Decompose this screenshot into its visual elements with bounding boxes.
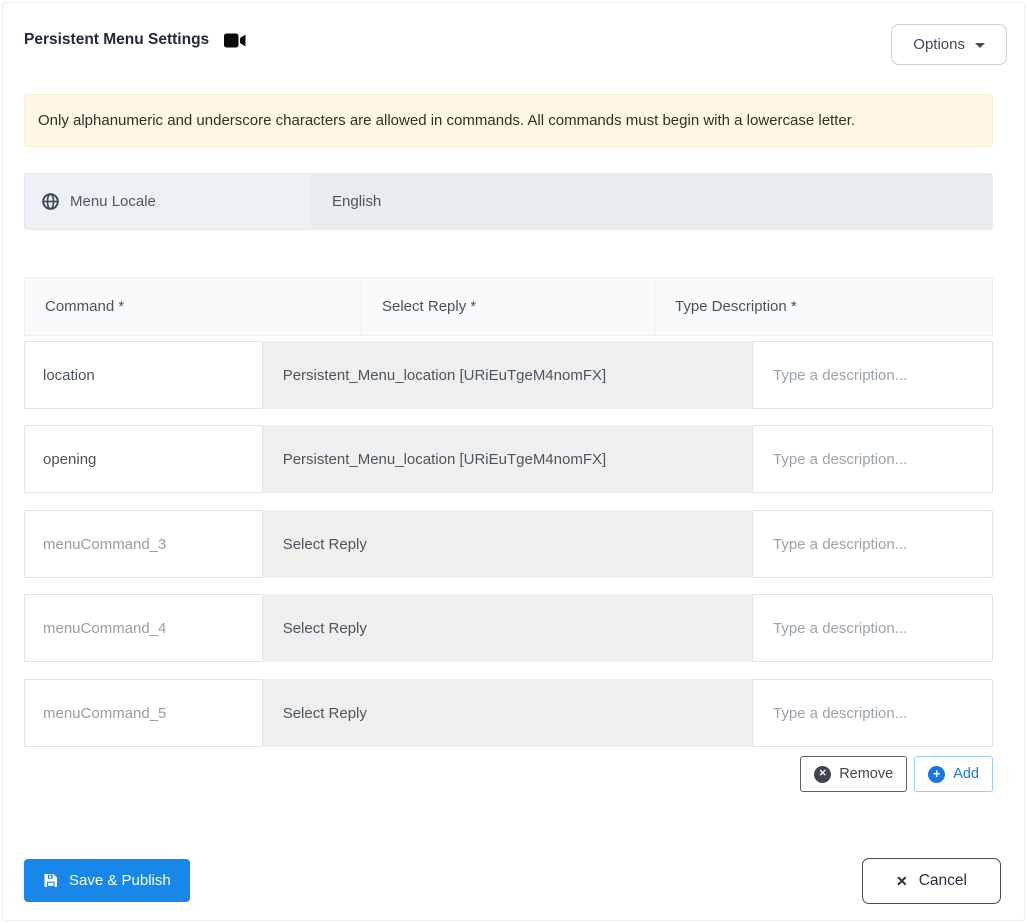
description-input[interactable]: [752, 341, 993, 409]
description-input[interactable]: [752, 425, 993, 493]
cancel-button[interactable]: ✕ Cancel: [862, 858, 1001, 904]
cancel-button-label: Cancel: [918, 872, 967, 889]
save-button-label: Save & Publish: [69, 872, 171, 889]
table-row: Select Reply: [24, 510, 993, 578]
alert-banner: Only alphanumeric and underscore charact…: [24, 94, 993, 147]
remove-button[interactable]: ✕ Remove: [800, 756, 908, 792]
save-and-publish-button[interactable]: Save & Publish: [24, 859, 190, 902]
description-input[interactable]: [752, 679, 993, 747]
alert-text: Only alphanumeric and underscore charact…: [38, 112, 856, 129]
table-row: Select Reply: [24, 679, 993, 747]
persistent-menu-settings-card: Persistent Menu Settings Options Only al…: [2, 2, 1025, 921]
circle-x-icon: ✕: [814, 765, 832, 783]
add-button-label: Add: [953, 766, 979, 782]
description-input[interactable]: [752, 510, 993, 578]
page-title-text: Persistent Menu Settings: [24, 31, 210, 48]
table-row: Select Reply: [24, 594, 993, 662]
menu-locale-value: English: [311, 173, 993, 230]
command-input[interactable]: [24, 679, 263, 747]
floppy-disk-icon: [44, 874, 57, 887]
select-reply-button[interactable]: Persistent_Menu_location [URiEuTgeM4nomF…: [262, 341, 752, 409]
column-header-command: Command *: [25, 278, 362, 335]
description-input[interactable]: [752, 594, 993, 662]
video-camera-icon: [224, 33, 246, 47]
menu-locale-label: Menu Locale: [24, 173, 311, 230]
command-input[interactable]: [24, 425, 263, 493]
page-title: Persistent Menu Settings: [24, 31, 247, 49]
column-header-select-reply: Select Reply *: [362, 278, 655, 335]
globe-icon: [42, 193, 59, 210]
select-reply-button[interactable]: Select Reply: [262, 679, 752, 747]
select-reply-button[interactable]: Persistent_Menu_location [URiEuTgeM4nomF…: [262, 425, 752, 493]
row-actions: ✕ Remove + Add: [24, 756, 993, 792]
remove-button-label: Remove: [839, 766, 894, 782]
command-input[interactable]: [24, 594, 263, 662]
select-reply-button[interactable]: Select Reply: [262, 594, 752, 662]
add-button[interactable]: + Add: [914, 756, 993, 792]
command-input[interactable]: [24, 510, 263, 578]
select-reply-button[interactable]: Select Reply: [262, 510, 752, 578]
menu-locale-group: Menu Locale English: [24, 173, 993, 230]
column-header-type-description: Type Description *: [675, 298, 797, 315]
table-row: Persistent_Menu_location [URiEuTgeM4nomF…: [24, 425, 993, 493]
options-button[interactable]: Options: [891, 24, 1007, 65]
menu-locale-label-text: Menu Locale: [70, 193, 156, 210]
circle-plus-icon: +: [928, 765, 946, 783]
table-header: Command * Select Reply * Type Descriptio…: [24, 277, 993, 336]
table-row: Persistent_Menu_location [URiEuTgeM4nomF…: [24, 341, 993, 409]
command-input[interactable]: [24, 341, 263, 409]
x-icon: ✕: [896, 872, 908, 889]
options-button-label: Options: [913, 36, 965, 53]
caret-down-icon: [975, 43, 985, 48]
